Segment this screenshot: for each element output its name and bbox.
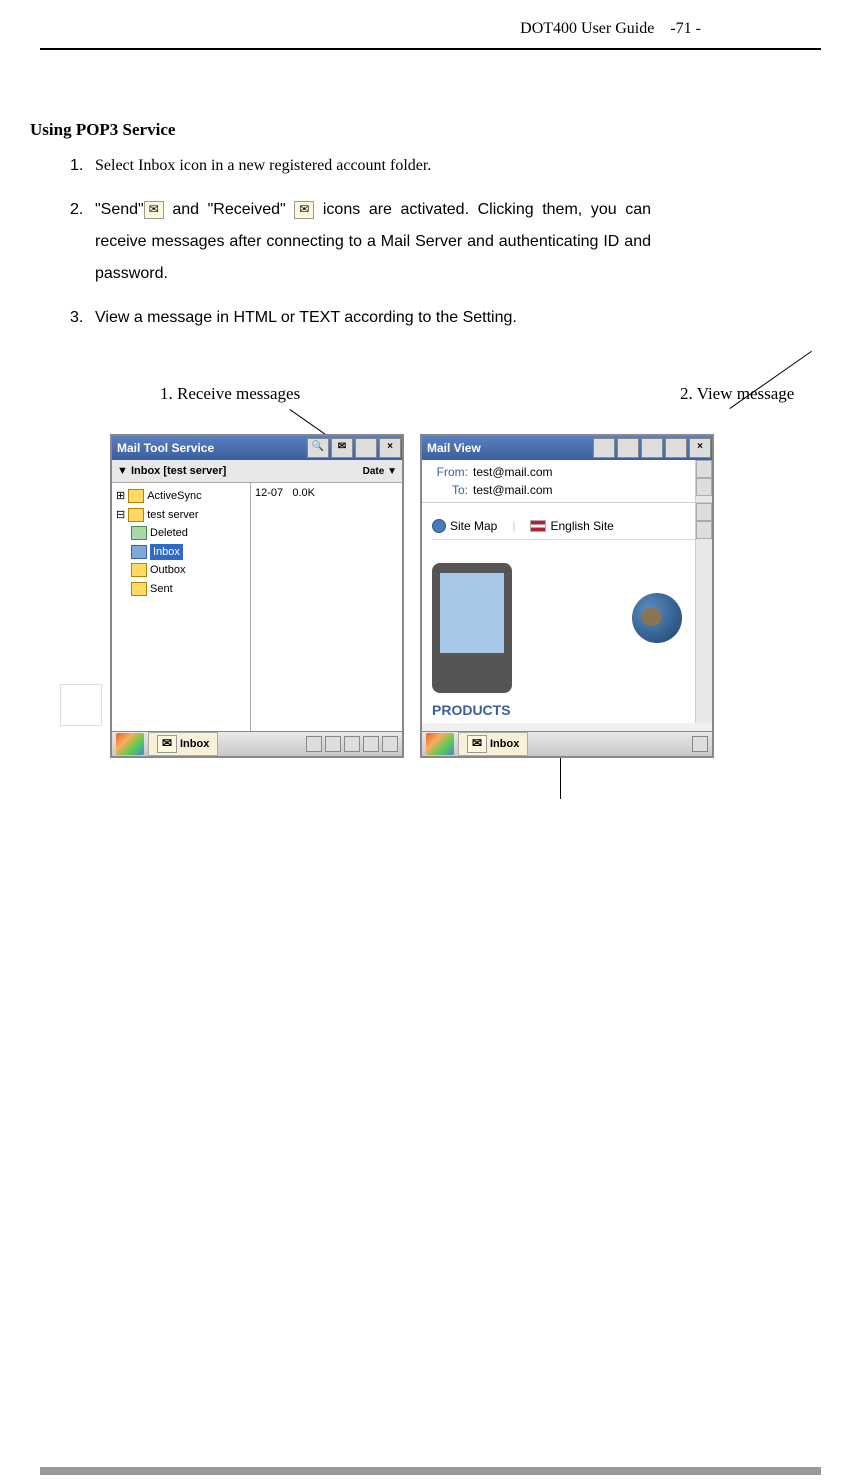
tree-item-outbox[interactable]: Outbox [116, 561, 246, 580]
tray-icon[interactable] [306, 736, 322, 752]
mail-icon [157, 735, 177, 753]
instruction-list: 1. Select Inbox icon in a new registered… [70, 150, 821, 334]
tray-icon[interactable] [363, 736, 379, 752]
list-item: 2. "Send" and "Received" icons are activ… [70, 194, 821, 290]
receive-icon[interactable] [355, 438, 377, 458]
toolbar-icon[interactable] [617, 438, 639, 458]
send-mail-icon [144, 201, 164, 219]
search-icon[interactable]: 🔍 [307, 438, 329, 458]
header-rule [40, 48, 821, 50]
globe-image [632, 593, 682, 643]
mail-header: From: test@mail.com To: test@mail.com [422, 460, 712, 503]
tree-item-activesync[interactable]: ⊞ ActiveSync [116, 487, 246, 506]
tray-icon[interactable] [382, 736, 398, 752]
system-tray[interactable] [692, 736, 712, 752]
taskbar: Inbox [112, 731, 402, 756]
flag-icon [530, 520, 546, 532]
page-header: DOT400 User Guide -71 - [40, 20, 821, 48]
english-link[interactable]: English Site [530, 519, 613, 533]
mail-icon[interactable]: ✉ [331, 438, 353, 458]
list-item: 3. View a message in HTML or TEXT accord… [70, 302, 821, 334]
titlebar: Mail View × [422, 436, 712, 460]
from-value: test@mail.com [473, 465, 553, 479]
system-tray[interactable] [306, 736, 402, 752]
toolbar-icon[interactable] [665, 438, 687, 458]
taskbar-inbox[interactable]: Inbox [148, 732, 218, 756]
list-item: 1. Select Inbox icon in a new registered… [70, 150, 821, 182]
start-button[interactable] [426, 733, 454, 755]
message-list[interactable]: 12-07 0.0K [251, 483, 402, 733]
callout-line-3 [560, 754, 562, 799]
toolbar-icon[interactable] [593, 438, 615, 458]
tree-item-deleted[interactable]: Deleted [116, 524, 246, 543]
taskbar-inbox[interactable]: Inbox [458, 732, 528, 756]
doc-title: DOT400 User Guide [520, 20, 654, 37]
mail-body: Site Map | English Site PRODUCTS [422, 503, 712, 723]
page-number: -71 - [670, 20, 701, 37]
close-icon[interactable]: × [689, 438, 711, 458]
tree-item-sent[interactable]: Sent [116, 580, 246, 599]
section-title: Using POP3 Service [30, 120, 821, 140]
folder-tree: ⊞ ActiveSync ⊟ test server Deleted Inbox… [112, 483, 251, 733]
titlebar: Mail Tool Service 🔍 ✉ × [112, 436, 402, 460]
tray-icon[interactable] [344, 736, 360, 752]
receive-mail-icon [294, 201, 314, 219]
folder-bar[interactable]: ▼ Inbox [test server] Date ▼ [112, 460, 402, 483]
tray-icon[interactable] [325, 736, 341, 752]
screenshot-mail-tool: Mail Tool Service 🔍 ✉ × ▼ Inbox [test se… [110, 434, 404, 758]
close-icon[interactable]: × [379, 438, 401, 458]
globe-icon [432, 519, 446, 533]
mail-icon [467, 735, 487, 753]
small-thumbnail [60, 684, 102, 726]
toolbar-icon[interactable] [641, 438, 663, 458]
tree-item-testserver[interactable]: ⊟ test server [116, 506, 246, 525]
scrollbar[interactable] [695, 503, 712, 723]
to-value: test@mail.com [473, 483, 553, 497]
tray-icon[interactable] [692, 736, 708, 752]
figures-area: 1. Receive messages 2. View message Mail… [40, 384, 821, 804]
pda-image [432, 563, 512, 693]
site-nav: Site Map | English Site [432, 513, 702, 540]
tree-item-inbox[interactable]: Inbox [116, 543, 246, 562]
callout-label-1: 1. Receive messages [160, 384, 300, 404]
from-label: From: [428, 465, 468, 479]
screenshot-mail-view: Mail View × From: test@mail.com To: test… [420, 434, 714, 758]
products-heading: PRODUCTS [432, 702, 511, 718]
taskbar: Inbox [422, 731, 712, 756]
scrollbar[interactable] [695, 460, 712, 502]
page-footer-bar [40, 1467, 821, 1475]
start-button[interactable] [116, 733, 144, 755]
to-label: To: [428, 483, 468, 497]
sitemap-link[interactable]: Site Map [432, 519, 497, 533]
